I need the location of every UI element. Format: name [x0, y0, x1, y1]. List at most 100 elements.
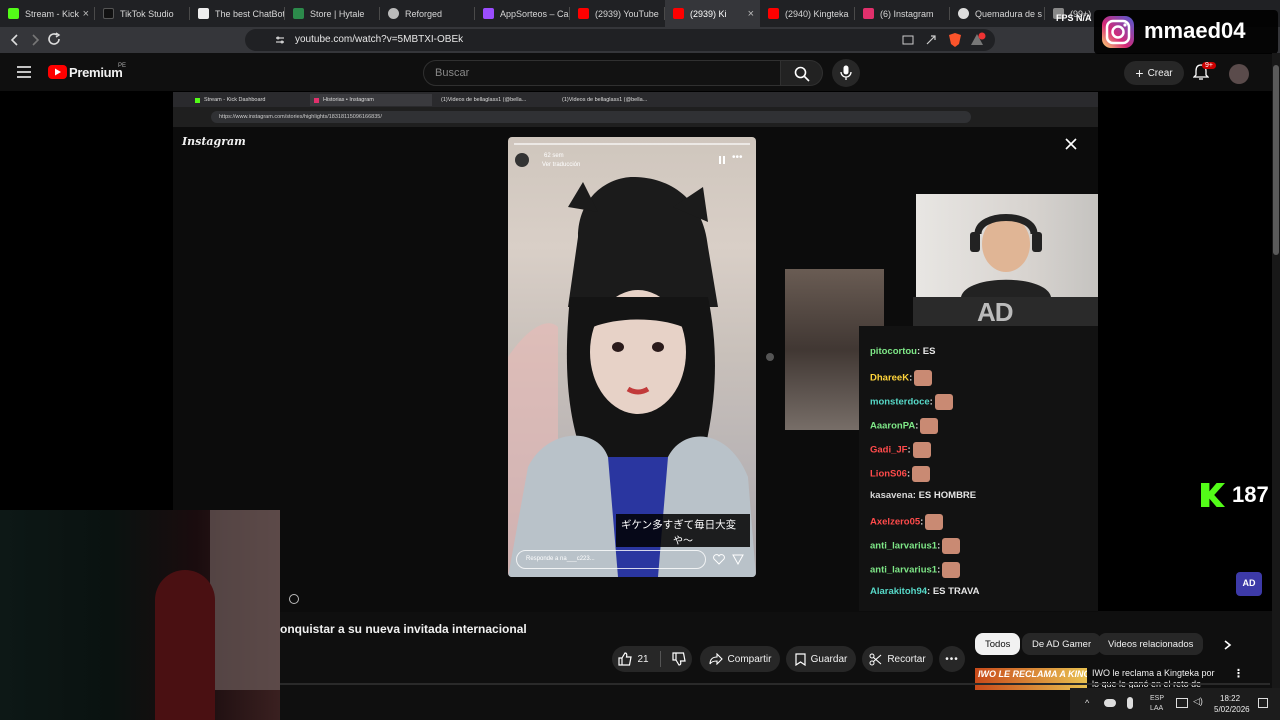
browser-tab-active[interactable]: (2939) Ki ×: [665, 0, 760, 27]
instagram-wordmark: Instagram: [182, 135, 246, 148]
clock-time[interactable]: 18:22: [1220, 694, 1240, 703]
chat-username: anti_larvarius1: [870, 540, 938, 552]
page-scrollbar[interactable]: [1272, 53, 1280, 688]
clip-button[interactable]: Recortar: [862, 646, 933, 672]
chat-emote: [912, 466, 931, 482]
network-icon[interactable]: [1176, 698, 1188, 708]
recommended-title[interactable]: IWO le reclama a Kingteka por lo que le …: [1092, 668, 1224, 690]
fps-counter: FPS N/A: [1056, 13, 1092, 23]
save-label: Guardar: [810, 653, 848, 665]
search-input[interactable]: Buscar: [423, 60, 781, 86]
language-indicator[interactable]: ESP: [1150, 695, 1164, 702]
like-icon[interactable]: [618, 652, 633, 666]
instagram-story: 62 sem Ver traducción ••• ギケン多すぎて毎日大変 や～…: [508, 137, 756, 577]
share-label: Compartir: [727, 653, 772, 665]
save-icon: [795, 652, 806, 666]
reload-icon[interactable]: [47, 32, 62, 47]
dislike-icon[interactable]: [671, 652, 686, 666]
tab-label: (2939) Ki: [690, 8, 727, 19]
ad-gamer-banner: AD: [913, 297, 1098, 327]
voice-search-button[interactable]: [832, 59, 860, 87]
chat-username: kasavena: [870, 490, 913, 501]
chat-emote: [912, 442, 931, 458]
create-button[interactable]: + Crear: [1124, 61, 1184, 85]
facecam-feed: [0, 510, 280, 720]
region-badge: PE: [118, 63, 127, 69]
more-vert-icon[interactable]: ⋮: [1233, 667, 1244, 680]
globe-icon: [388, 8, 399, 19]
kick-viewer-count: 187: [1232, 482, 1269, 507]
share-button[interactable]: Compartir: [700, 646, 780, 672]
browser-tab[interactable]: (2940) Kingteka: [760, 0, 855, 27]
browser-tab[interactable]: Store | Hytale: [285, 0, 380, 27]
close-tab-icon[interactable]: ×: [83, 8, 89, 20]
chat-message: LionS06:: [870, 466, 931, 482]
browser-tab[interactable]: (2939) YouTube: [570, 0, 665, 27]
brave-shield-icon[interactable]: [948, 32, 962, 48]
streamer-figure: [961, 214, 1051, 297]
share-icon: [708, 653, 723, 665]
chevron-up-icon[interactable]: ^: [1085, 698, 1089, 708]
more-actions-button[interactable]: •••: [939, 646, 965, 672]
chip-all[interactable]: Todos: [975, 633, 1021, 655]
youtube-icon: [673, 8, 684, 19]
search-icon: [794, 66, 810, 82]
chat-message: Alarakitoh94: ES TRAVA: [870, 586, 979, 597]
youtube-header: Premium PE Buscar + Crear 9+: [0, 53, 1280, 91]
inner-nav-bar: https://www.instagram.com/stories/highli…: [173, 107, 1098, 127]
tab-label: Stream - Kick: [25, 8, 80, 19]
chat-message: anti_larvarius1:: [870, 562, 961, 578]
chip-from-channel[interactable]: De AD Gamer: [1022, 633, 1102, 655]
forward-icon[interactable]: [29, 33, 41, 47]
browser-tab[interactable]: Quemadura de s: [950, 0, 1045, 27]
browser-tab[interactable]: (6) Instagram: [855, 0, 950, 27]
chevron-right-icon[interactable]: [1222, 639, 1232, 651]
story-reply-input: Responde a na___c223...: [516, 550, 706, 569]
keyboard-layout[interactable]: LAA: [1150, 705, 1163, 712]
kick-icon: [8, 8, 19, 19]
story-caption-line: や～: [673, 536, 693, 547]
cast-icon[interactable]: [902, 35, 914, 45]
chat-text: :: [929, 396, 933, 408]
address-bar[interactable]: youtube.com/watch?v=5MBTXI-OBEk: [245, 29, 995, 51]
menu-icon[interactable]: [17, 66, 31, 78]
clock-date[interactable]: 5/02/2026: [1214, 705, 1250, 714]
browser-tab[interactable]: AppSorteos – Ca: [475, 0, 570, 27]
chatbot-icon: [198, 8, 209, 19]
scrollbar-thumb[interactable]: [1273, 65, 1279, 255]
recommended-thumbnail[interactable]: IWO LE RECLAMA A KINGTEKA: [975, 668, 1087, 690]
youtube-premium-logo[interactable]: Premium: [69, 65, 123, 80]
heart-icon: [713, 554, 725, 565]
cloud-icon[interactable]: [1104, 699, 1116, 707]
story-translate: Ver traducción: [542, 162, 581, 168]
system-tray: ^ ESP LAA ◁) 18:22 5/02/2026: [1070, 688, 1280, 720]
browser-tab[interactable]: Reforged: [380, 0, 475, 27]
chat-emote: [920, 418, 939, 434]
scissors-icon: [869, 653, 882, 665]
save-button[interactable]: Guardar: [786, 646, 856, 672]
chat-text: : ES HOMBRE: [912, 490, 977, 501]
stream-chat: pitocortou: ES DhareeK: monsterdoce: Aaaron…: [859, 326, 1098, 611]
microphone-icon[interactable]: [1127, 697, 1133, 709]
chip-related[interactable]: Videos relacionados: [1098, 633, 1204, 655]
site-info-icon[interactable]: [275, 35, 285, 45]
send-icon: [732, 554, 744, 565]
share-page-icon[interactable]: [925, 34, 937, 46]
browser-tab[interactable]: TikTok Studio: [95, 0, 190, 27]
story-caption: ギケン多すぎて毎日大変 や～: [616, 514, 750, 547]
back-icon[interactable]: [9, 33, 21, 47]
settings-icon[interactable]: [289, 594, 299, 604]
search-button[interactable]: [781, 60, 823, 86]
youtube-logo-icon[interactable]: [48, 65, 67, 79]
hytale-icon: [293, 8, 304, 19]
volume-icon[interactable]: ◁): [1193, 696, 1203, 707]
browser-tab[interactable]: Stream - Kick ×: [0, 0, 95, 27]
close-tab-icon[interactable]: ×: [748, 8, 754, 20]
browser-tab[interactable]: The best ChatBot: [190, 0, 285, 27]
extension-alert-icon[interactable]: [970, 32, 986, 48]
notification-center-icon[interactable]: [1258, 698, 1268, 708]
scroll-shadow: [280, 683, 1270, 685]
like-count[interactable]: 21: [637, 654, 648, 665]
avatar[interactable]: [1229, 64, 1249, 84]
url-text: youtube.com/watch?v=5MBTXI-OBEk: [295, 34, 464, 45]
